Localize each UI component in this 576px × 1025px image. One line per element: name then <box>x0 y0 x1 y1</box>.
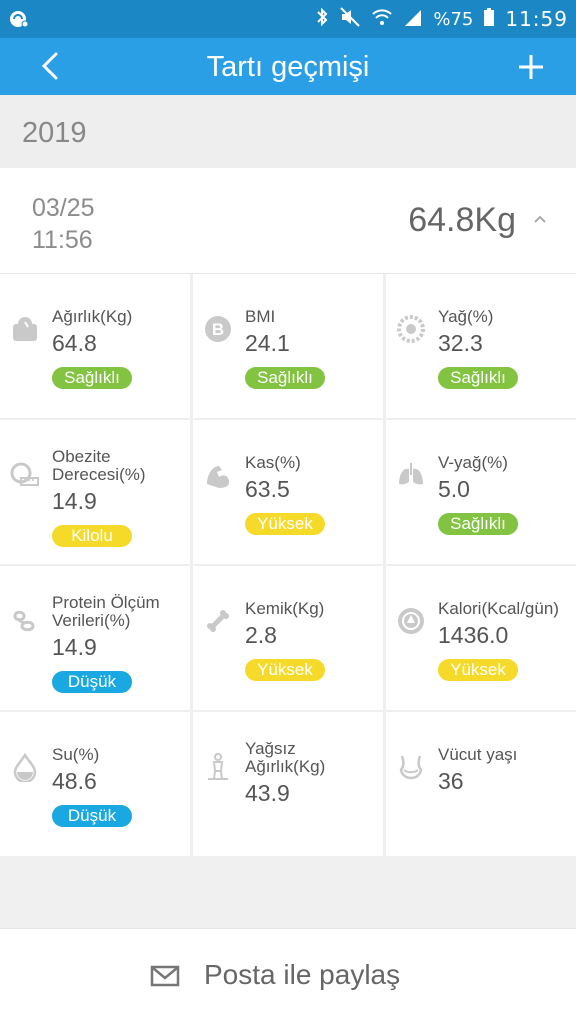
metric-label: Protein Ölçüm Verileri(%) <box>52 593 160 630</box>
status-badge: Sağlıklı <box>438 367 518 389</box>
metric-value: 48.6 <box>52 768 97 794</box>
metric-label: Kas(%) <box>245 453 301 472</box>
add-button[interactable] <box>516 52 546 82</box>
tape-measure-icon <box>10 460 40 490</box>
metric-value: 5.0 <box>438 476 470 502</box>
scale-icon <box>10 314 40 344</box>
lean-body-icon <box>203 752 233 782</box>
metric-value: 14.9 <box>52 634 97 660</box>
metric-label: V-yağ(%) <box>438 453 508 472</box>
metric-card[interactable]: Su(%) 48.6 Düşük <box>0 712 190 856</box>
year-section: 2019 <box>0 95 576 168</box>
metric-value: 1436.0 <box>438 622 509 648</box>
metric-value: 43.9 <box>245 780 290 806</box>
lungs-icon <box>396 460 426 490</box>
metric-label: Kalori(Kcal/gün) <box>438 599 559 618</box>
body-age-icon <box>396 752 426 782</box>
share-label: Posta ile paylaş <box>204 959 401 990</box>
battery-percent: %75 <box>433 8 474 30</box>
metric-label: Su(%) <box>52 745 100 764</box>
metric-label: Yağ(%) <box>438 307 494 326</box>
metric-label: Yağsız Ağırlık(Kg) <box>245 739 326 776</box>
metric-card[interactable]: Protein Ölçüm Verileri(%) 14.9 Düşük <box>0 566 190 710</box>
status-badge: Sağlıklı <box>438 513 518 535</box>
metric-value: 14.9 <box>52 488 97 514</box>
status-bar: %75 11:59 <box>0 0 576 38</box>
metric-value: 36 <box>438 768 464 794</box>
status-badge: Sağlıklı <box>52 367 132 389</box>
metric-value: 2.8 <box>245 622 277 648</box>
status-badge: Düşük <box>52 671 132 693</box>
mail-icon <box>150 965 180 987</box>
signal-icon <box>403 6 423 33</box>
metric-card[interactable]: Kalori(Kcal/gün) 1436.0 Yüksek <box>386 566 576 710</box>
bone-icon <box>203 606 233 636</box>
metric-value: 24.1 <box>245 330 290 356</box>
metric-value: 64.8 <box>52 330 97 356</box>
calorie-icon <box>396 606 426 636</box>
record-datetime: 03/25 11:56 <box>32 192 95 256</box>
collapse-button[interactable] <box>532 212 548 224</box>
metric-value: 32.3 <box>438 330 483 356</box>
chevron-up-icon <box>534 215 546 223</box>
status-badge: Yüksek <box>245 513 325 535</box>
svg-text:B: B <box>212 320 224 339</box>
wifi-icon <box>371 6 393 33</box>
metric-card[interactable]: Ağırlık(Kg) 64.8 Sağlıklı <box>0 274 190 418</box>
app-header: Tartı geçmişi <box>0 38 576 95</box>
record-time: 11:56 <box>32 226 93 254</box>
metric-card[interactable]: Kas(%) 63.5 Yüksek <box>193 420 383 564</box>
share-by-email-button[interactable]: Posta ile paylaş <box>0 928 576 1025</box>
metric-label: Vücut yaşı <box>438 745 518 764</box>
water-drop-icon <box>10 752 40 784</box>
status-badge: Yüksek <box>245 659 325 681</box>
metric-label: Kemik(Kg) <box>245 599 325 618</box>
status-badge: Sağlıklı <box>245 367 325 389</box>
bluetooth-icon <box>315 6 329 33</box>
status-badge: Kilolu <box>52 525 132 547</box>
year-label: 2019 <box>22 117 87 149</box>
metric-label: Ağırlık(Kg) <box>52 307 133 326</box>
metric-card[interactable]: Yağsız Ağırlık(Kg) 43.9 <box>193 712 383 856</box>
fat-icon <box>396 314 426 344</box>
metric-card[interactable]: Yağ(%) 32.3 Sağlıklı <box>386 274 576 418</box>
battery-icon <box>483 6 495 33</box>
muscle-icon <box>203 460 233 490</box>
metric-value: 63.5 <box>245 476 290 502</box>
record-date: 03/25 <box>32 194 95 222</box>
metric-card[interactable]: Vücut yaşı 36 <box>386 712 576 856</box>
metric-card[interactable]: B BMI 24.1 Sağlıklı <box>193 274 383 418</box>
record-summary[interactable]: 03/25 11:56 64.8Kg <box>0 168 576 274</box>
metrics-grid: Ağırlık(Kg) 64.8 Sağlıklı B BMI 24.1 Sağlıklı Y… <box>0 274 576 856</box>
metric-label: Obezite Derecesi(%) <box>52 447 146 484</box>
metric-card[interactable]: V-yağ(%) 5.0 Sağlıklı <box>386 420 576 564</box>
plus-icon <box>519 55 543 79</box>
metric-card[interactable]: Kemik(Kg) 2.8 Yüksek <box>193 566 383 710</box>
status-badge: Düşük <box>52 805 132 827</box>
page-title: Tartı geçmişi <box>206 51 370 83</box>
mute-icon <box>339 6 361 33</box>
metric-card[interactable]: Obezite Derecesi(%) 14.9 Kilolu <box>0 420 190 564</box>
record-weight: 64.8Kg <box>408 201 516 239</box>
clock: 11:59 <box>505 7 568 31</box>
protein-icon <box>10 606 40 636</box>
bmi-icon: B <box>203 314 233 344</box>
notification-icon <box>8 8 30 35</box>
status-badge: Yüksek <box>438 659 518 681</box>
metric-label: BMI <box>245 307 276 326</box>
